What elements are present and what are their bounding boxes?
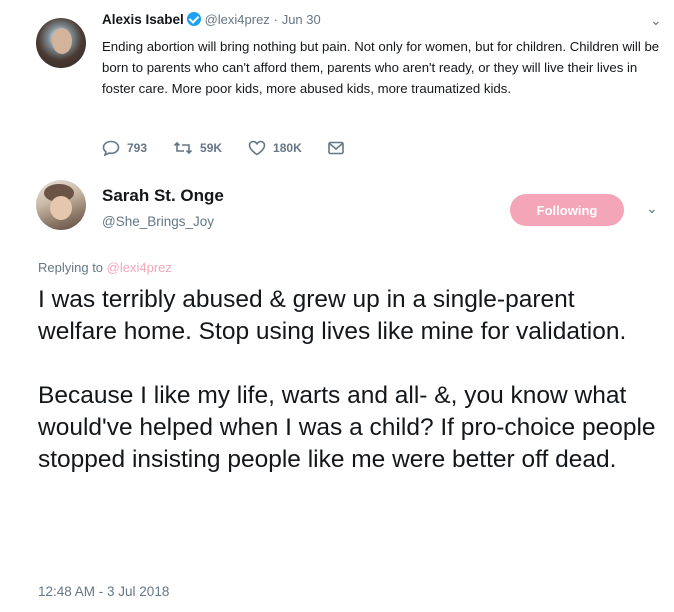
retweet-count: 59K bbox=[200, 141, 223, 155]
replying-to: Replying to @lexi4prez bbox=[38, 260, 172, 275]
tweet-paragraph: I was terribly abused & grew up in a sin… bbox=[38, 286, 627, 345]
caret-down-icon[interactable]: ⌄ bbox=[650, 12, 662, 29]
tweet-text: I was terribly abused & grew up in a sin… bbox=[38, 284, 658, 476]
reply-button[interactable]: 793 bbox=[102, 140, 147, 156]
like-button[interactable]: 180K bbox=[248, 140, 302, 156]
dm-button[interactable] bbox=[327, 141, 351, 155]
tweet-paragraph: Because I like my life, warts and all- &… bbox=[38, 382, 656, 473]
following-button[interactable]: Following bbox=[510, 194, 624, 226]
like-icon bbox=[248, 140, 266, 156]
reply-count: 793 bbox=[127, 141, 148, 155]
verified-icon bbox=[186, 12, 201, 26]
avatar[interactable] bbox=[36, 18, 86, 68]
separator: · bbox=[273, 12, 278, 27]
display-name[interactable]: Sarah St. Onge bbox=[102, 186, 224, 206]
like-count: 180K bbox=[273, 141, 302, 155]
avatar[interactable] bbox=[36, 180, 86, 230]
tweet-actions: 793 59K 180K bbox=[102, 138, 377, 158]
tweet-date[interactable]: Jun 30 bbox=[282, 12, 321, 27]
tweet-text: Ending abortion will bring nothing but p… bbox=[102, 39, 660, 96]
handle[interactable]: @lexi4prez bbox=[205, 12, 270, 27]
handle[interactable]: @She_Brings_Joy bbox=[102, 214, 214, 229]
parent-tweet-header: Alexis Isabel @lexi4prez · Jun 30 bbox=[102, 12, 321, 27]
retweet-button[interactable]: 59K bbox=[173, 140, 222, 156]
parent-tweet[interactable]: Alexis Isabel @lexi4prez · Jun 30 ⌄ Endi… bbox=[0, 0, 674, 160]
tweet-timestamp[interactable]: 12:48 AM - 3 Jul 2018 bbox=[38, 584, 169, 599]
dm-icon bbox=[327, 141, 344, 155]
reply-tweet[interactable]: Sarah St. Onge @She_Brings_Joy Following… bbox=[0, 160, 674, 612]
display-name[interactable]: Alexis Isabel bbox=[102, 12, 184, 27]
mention-link[interactable]: @lexi4prez bbox=[107, 260, 172, 275]
caret-down-icon[interactable]: ⌄ bbox=[646, 200, 658, 217]
replying-prefix: Replying to bbox=[38, 260, 104, 275]
reply-icon bbox=[102, 140, 120, 156]
retweet-icon bbox=[173, 141, 193, 155]
